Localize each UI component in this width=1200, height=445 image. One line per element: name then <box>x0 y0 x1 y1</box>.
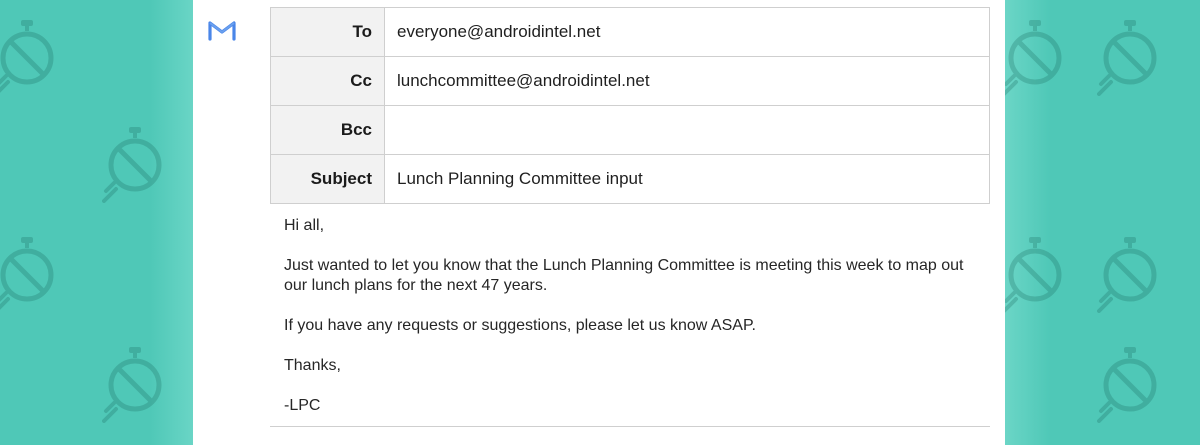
gmail-m-icon[interactable] <box>207 18 237 42</box>
recipient-fields-table: To everyone@androidintel.net Cc lunchcom… <box>270 7 990 204</box>
cc-row: Cc lunchcommittee@androidintel.net <box>270 57 990 106</box>
subject-label: Subject <box>270 155 385 203</box>
cc-field[interactable]: lunchcommittee@androidintel.net <box>385 57 990 105</box>
subject-field[interactable]: Lunch Planning Committee input <box>385 155 990 203</box>
message-paragraph-2: If you have any requests or suggestions,… <box>284 317 756 334</box>
compose-panel: To everyone@androidintel.net Cc lunchcom… <box>193 0 1005 445</box>
bcc-label: Bcc <box>270 106 385 154</box>
subject-row: Subject Lunch Planning Committee input <box>270 155 990 204</box>
message-closing: Thanks, <box>284 357 341 374</box>
cc-label: Cc <box>270 57 385 105</box>
android-timer-icon <box>1097 237 1157 313</box>
to-field[interactable]: everyone@androidintel.net <box>385 8 990 56</box>
android-timer-icon <box>102 347 162 423</box>
message-paragraph-1: Just wanted to let you know that the Lun… <box>284 257 964 294</box>
android-timer-icon <box>1002 237 1062 313</box>
message-body[interactable]: Hi all, Just wanted to let you know that… <box>270 203 990 427</box>
message-greeting: Hi all, <box>284 217 325 234</box>
bcc-row: Bcc <box>270 106 990 155</box>
android-timer-icon <box>1097 347 1157 423</box>
android-timer-icon <box>1097 20 1157 96</box>
android-timer-icon <box>102 127 162 203</box>
android-timer-icon <box>1002 20 1062 96</box>
bcc-field[interactable] <box>385 106 990 154</box>
android-timer-icon <box>0 20 54 93</box>
message-signature: -LPC <box>284 397 321 414</box>
to-label: To <box>270 8 385 56</box>
to-row: To everyone@androidintel.net <box>270 8 990 57</box>
android-timer-icon <box>0 237 54 310</box>
